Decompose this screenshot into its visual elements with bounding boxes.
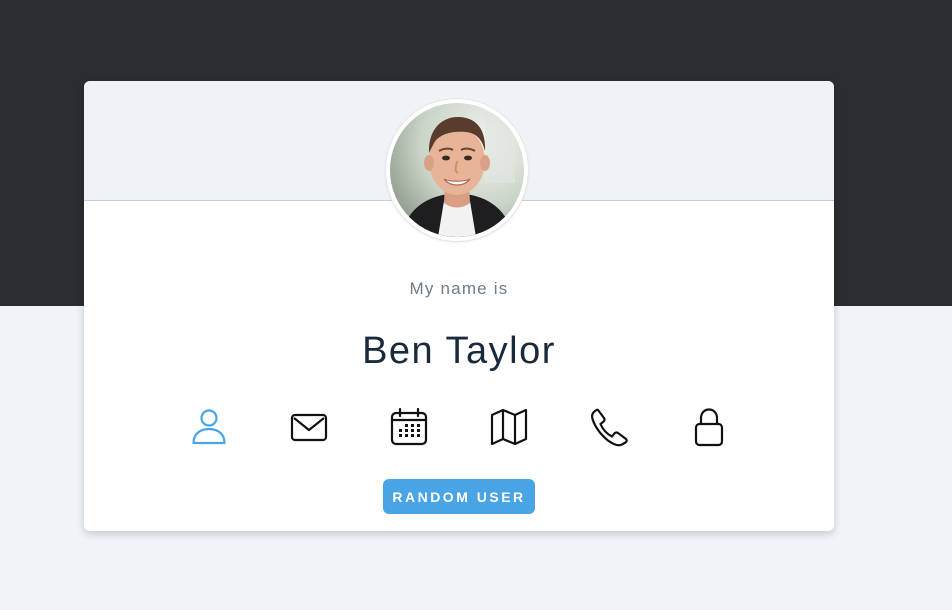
calendar-icon[interactable] xyxy=(389,407,429,447)
phone-icon[interactable] xyxy=(589,407,629,447)
avatar-photo xyxy=(390,103,524,237)
user-name: Ben Taylor xyxy=(362,330,556,372)
random-user-button[interactable]: RANDOM USER xyxy=(383,479,535,514)
map-icon[interactable] xyxy=(489,407,529,447)
user-card: My name is Ben Taylor RANDOM USER xyxy=(84,81,834,531)
avatar xyxy=(386,99,528,241)
user-icon[interactable] xyxy=(189,407,229,447)
info-icon-bar xyxy=(189,407,729,447)
envelope-icon[interactable] xyxy=(289,407,329,447)
name-label: My name is xyxy=(409,279,509,298)
lock-icon[interactable] xyxy=(689,407,729,447)
